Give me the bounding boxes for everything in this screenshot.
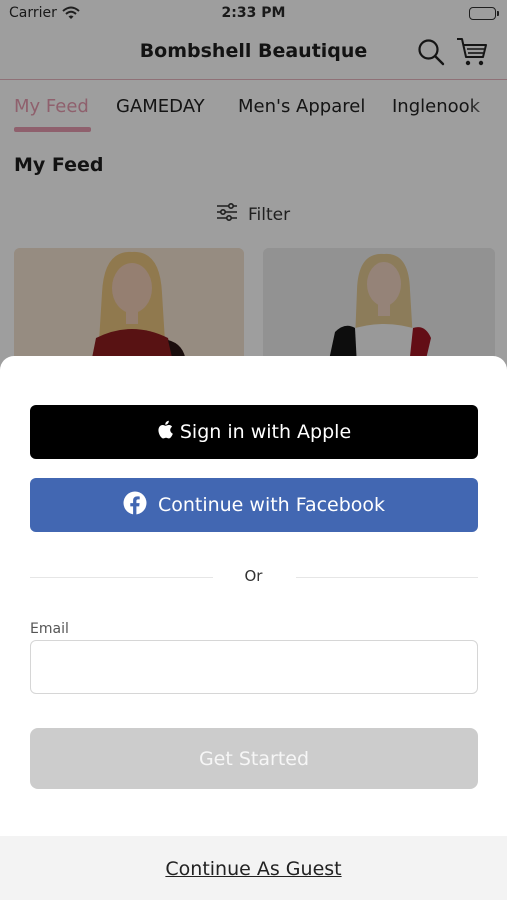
divider-right	[296, 577, 478, 578]
apple-icon	[157, 420, 173, 444]
guest-bar: Continue As Guest	[0, 836, 507, 900]
apple-button-label: Sign in with Apple	[179, 421, 352, 443]
or-separator: Or	[244, 567, 263, 585]
email-label: Email	[30, 621, 69, 637]
email-field[interactable]	[30, 640, 478, 694]
continue-as-guest-link[interactable]: Continue As Guest	[0, 858, 507, 880]
sign-in-with-apple-button[interactable]: Sign in with Apple	[30, 405, 478, 459]
facebook-button-label: Continue with Facebook	[157, 494, 386, 516]
continue-with-facebook-button[interactable]: Continue with Facebook	[30, 478, 478, 532]
login-sheet: Sign in with Apple Continue with Faceboo…	[0, 356, 507, 900]
facebook-icon	[123, 491, 147, 520]
get-started-button[interactable]: Get Started	[30, 728, 478, 789]
